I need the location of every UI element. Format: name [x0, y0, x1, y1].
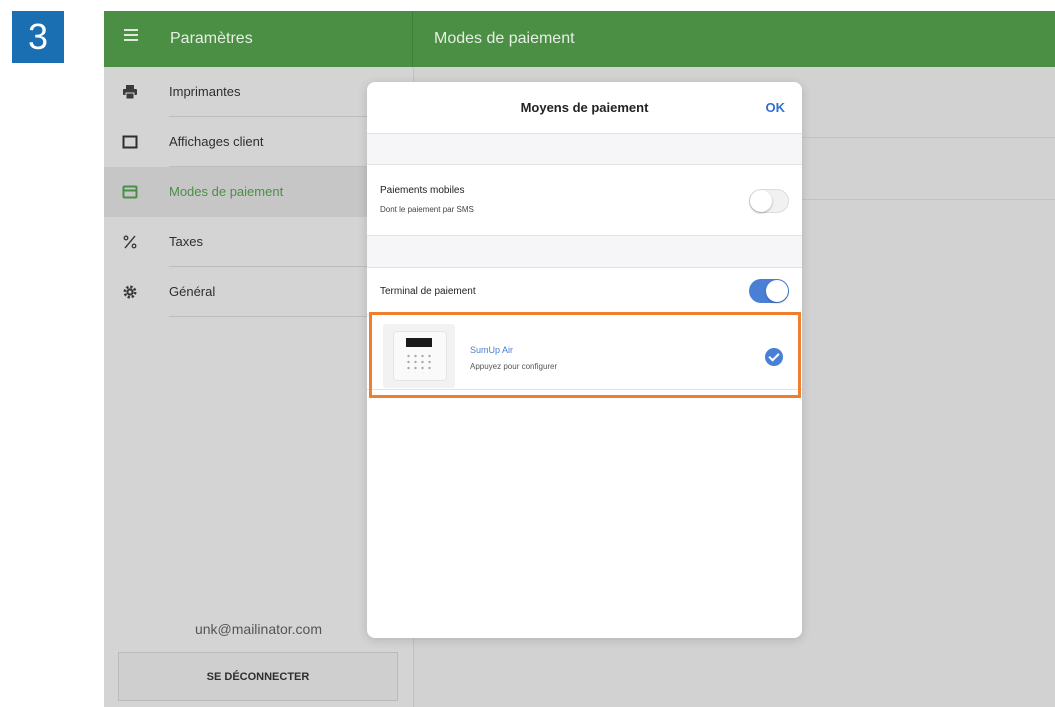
ok-button[interactable]: OK	[766, 100, 786, 115]
mobile-payments-toggle[interactable]	[749, 189, 789, 213]
dialog-header: Moyens de paiement OK	[367, 82, 802, 134]
mobile-payments-subtitle: Dont le paiement par SMS	[380, 205, 474, 214]
dialog-title: Moyens de paiement	[520, 100, 649, 115]
step-number-badge: 3	[12, 11, 64, 63]
printer-icon	[123, 85, 137, 100]
logout-button[interactable]: SE DÉCONNECTER	[118, 652, 398, 701]
gear-icon	[123, 285, 137, 299]
toggle-knob	[750, 190, 772, 212]
display-square-icon	[122, 135, 138, 149]
sidebar-item-label: Taxes	[169, 234, 203, 249]
section-spacer	[367, 236, 802, 267]
settings-title: Paramètres	[170, 30, 253, 47]
sidebar-item-label: Général	[169, 284, 216, 299]
top-bar: Paramètres Modes de paiement	[104, 11, 1055, 67]
payment-terminal-toggle[interactable]	[749, 279, 789, 303]
mobile-payments-title: Paiements mobiles	[380, 185, 465, 196]
header-divider	[412, 11, 413, 67]
toggle-knob	[766, 280, 788, 302]
percent-icon	[123, 235, 137, 249]
sidebar-item-label: Affichages client	[169, 134, 264, 149]
payment-terminal-row[interactable]: Terminal de paiement	[367, 268, 802, 314]
payment-terminal-title: Terminal de paiement	[380, 286, 476, 297]
page-title: Modes de paiement	[434, 30, 575, 47]
sidebar-item-label: Imprimantes	[169, 84, 241, 99]
sidebar-item-label: Modes de paiement	[169, 184, 284, 199]
credit-card-icon	[122, 185, 138, 199]
terminal-highlight-frame	[369, 312, 801, 398]
section-spacer	[367, 134, 802, 164]
hamburger-menu-icon[interactable]	[124, 29, 138, 43]
mobile-payments-row[interactable]: Paiements mobiles Dont le paiement par S…	[367, 165, 802, 235]
